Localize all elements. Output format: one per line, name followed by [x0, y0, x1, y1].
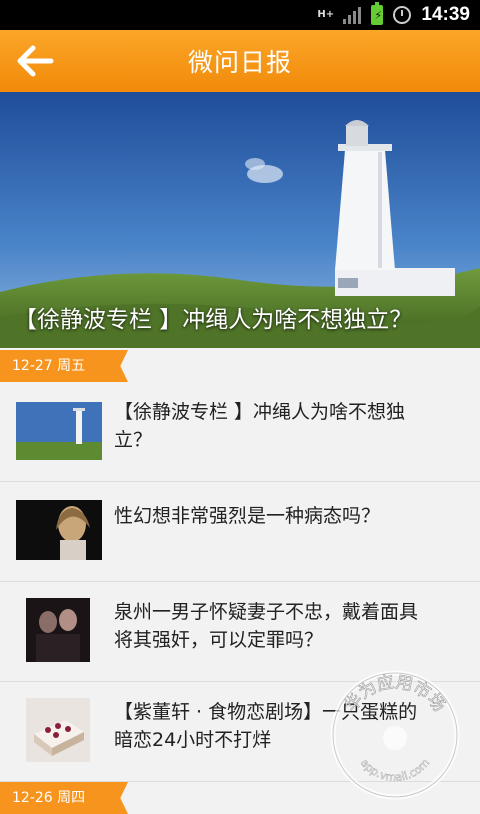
- item-thumbnail: [26, 698, 90, 762]
- item-thumbnail: [26, 598, 90, 662]
- network-type-icon: H+: [317, 9, 335, 20]
- date-tag: 12-27 周五: [0, 350, 128, 382]
- battery-icon: ⚡: [371, 2, 384, 25]
- back-arrow-icon: [17, 45, 54, 77]
- alarm-icon: [393, 6, 412, 24]
- status-bar: H+ ⚡ 14:39: [0, 0, 480, 30]
- item-title: 泉州一男子怀疑妻子不忠，戴着面具 将其强奸，可以定罪吗？: [114, 601, 419, 651]
- date-tag: 12-26 周四: [0, 782, 128, 814]
- clock: 14:39: [421, 4, 470, 25]
- page-title: 微问日报: [187, 48, 292, 77]
- hero-caption: 【徐静波专栏 】冲绳人为啥不想独立？: [14, 307, 413, 333]
- signal-icon: [343, 6, 362, 24]
- title-bar: 微问日报: [0, 30, 480, 92]
- item-thumbnail: [16, 402, 102, 460]
- hero-banner[interactable]: 【徐静波专栏 】冲绳人为啥不想独立？: [0, 92, 480, 348]
- item-thumbnail: [16, 500, 102, 560]
- item-title: 【紫董轩 · 食物恋剧场】一只蛋糕的 暗恋24小时不打烊: [114, 701, 418, 751]
- back-button[interactable]: [12, 40, 58, 82]
- list-item[interactable]: 性幻想非常强烈是一种病态吗？: [0, 482, 480, 582]
- item-title: 性幻想非常强烈是一种病态吗？: [114, 505, 381, 527]
- item-title: 【徐静波专栏 】冲绳人为啥不想独 立？: [114, 401, 406, 451]
- list-item[interactable]: 【紫董轩 · 食物恋剧场】一只蛋糕的 暗恋24小时不打烊: [0, 682, 480, 782]
- list-item[interactable]: 【徐静波专栏 】冲绳人为啥不想独 立？: [0, 382, 480, 482]
- list-item[interactable]: 泉州一男子怀疑妻子不忠，戴着面具 将其强奸，可以定罪吗？: [0, 582, 480, 682]
